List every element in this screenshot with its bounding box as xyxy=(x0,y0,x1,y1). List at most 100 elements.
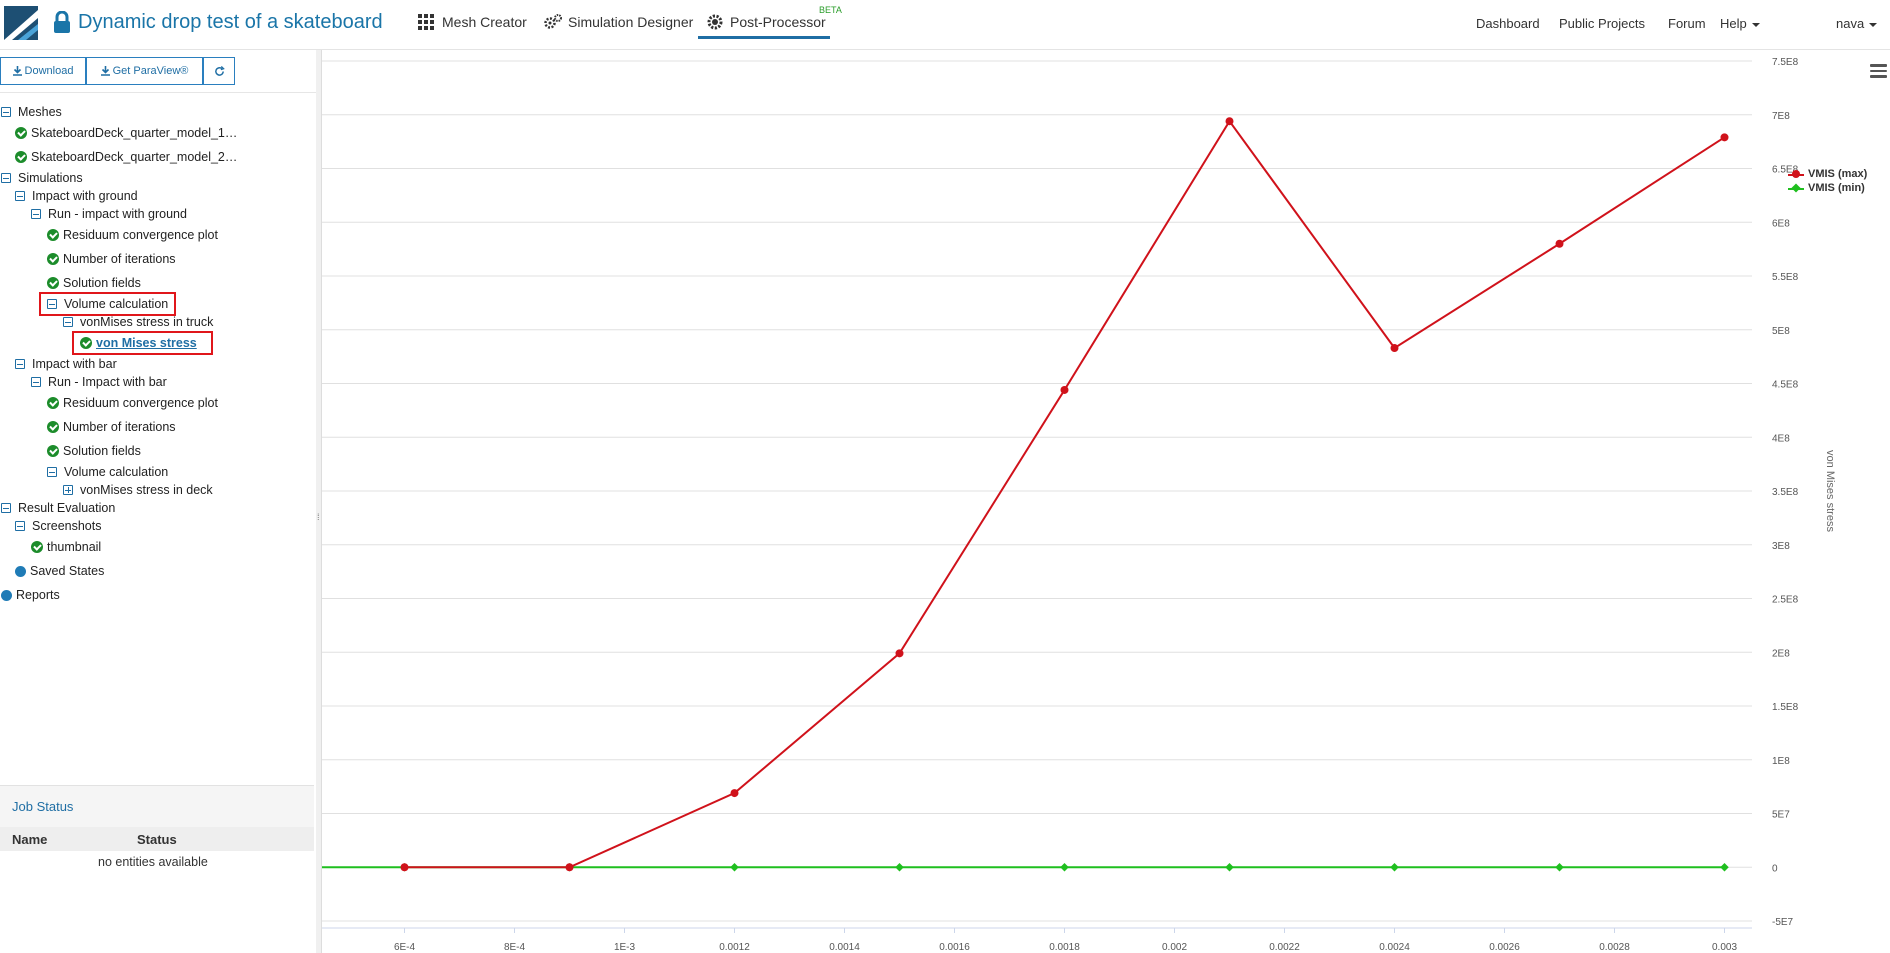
tree-node-volume-2[interactable]: Volume calculation xyxy=(47,463,168,481)
tree-node-iterations-2[interactable]: Number of iterations xyxy=(47,418,176,436)
y-tick-label: -5E7 xyxy=(1772,917,1794,928)
expand-icon[interactable] xyxy=(63,485,73,495)
data-point-vmis-max[interactable] xyxy=(1555,239,1564,248)
collapse-icon[interactable] xyxy=(1,173,11,183)
data-point-vmis-max[interactable] xyxy=(1720,133,1729,142)
splitter-grip-icon[interactable]: ⁞ xyxy=(317,512,320,522)
tree-node-mesh-1[interactable]: SkateboardDeck_quarter_model_1… xyxy=(15,124,237,142)
data-point-vmis-min[interactable] xyxy=(1060,863,1069,872)
collapse-icon[interactable] xyxy=(15,191,25,201)
tree-node-label: Simulations xyxy=(18,171,83,185)
nav-simulation-designer[interactable]: Simulation Designer xyxy=(544,14,693,30)
tree-node-vm-deck[interactable]: vonMises stress in deck xyxy=(63,481,213,499)
tree-node-label: Residuum convergence plot xyxy=(63,396,218,410)
y-tick-label: 5E7 xyxy=(1772,810,1790,821)
nav-dashboard[interactable]: Dashboard xyxy=(1476,16,1540,31)
check-circle-icon xyxy=(31,541,43,553)
data-point-vmis-min[interactable] xyxy=(1720,863,1729,872)
user-menu[interactable]: nava xyxy=(1836,16,1878,31)
x-tick-label: 0.0014 xyxy=(829,942,860,953)
nav-forum[interactable]: Forum xyxy=(1668,16,1706,31)
y-tick-label: 1E8 xyxy=(1772,756,1790,767)
collapse-icon[interactable] xyxy=(31,377,41,387)
tree-node-impact-bar[interactable]: Impact with bar xyxy=(15,355,117,373)
nav-help-dropdown[interactable]: Help xyxy=(1720,16,1760,31)
collapse-icon[interactable] xyxy=(1,503,11,513)
tree-node-volume-1[interactable]: Volume calculation xyxy=(47,295,168,313)
app-logo-icon[interactable] xyxy=(4,6,38,40)
project-title[interactable]: Dynamic drop test of a skateboard xyxy=(78,11,383,34)
data-point-vmis-max[interactable] xyxy=(400,863,409,872)
tree-node-impact-ground[interactable]: Impact with ground xyxy=(15,187,138,205)
chart-menu-icon[interactable] xyxy=(1870,64,1887,78)
check-circle-icon xyxy=(80,337,92,349)
collapse-icon[interactable] xyxy=(63,317,73,327)
tree-node-residuum-1[interactable]: Residuum convergence plot xyxy=(47,226,218,244)
data-point-vmis-max[interactable] xyxy=(1060,385,1069,394)
tree-node-residuum-2[interactable]: Residuum convergence plot xyxy=(47,394,218,412)
y-tick-label: 7E8 xyxy=(1772,111,1790,122)
data-point-vmis-max[interactable] xyxy=(730,789,739,798)
data-point-vmis-max[interactable] xyxy=(895,649,904,658)
check-circle-icon xyxy=(47,253,59,265)
tree-node-vm-stress[interactable]: von Mises stress xyxy=(80,334,197,352)
nav-post-processor[interactable]: Post-Processor xyxy=(706,14,826,30)
tree-node-thumbnail[interactable]: thumbnail xyxy=(31,538,101,556)
nav-mesh-creator-label: Mesh Creator xyxy=(442,14,527,30)
y-tick-label: 0 xyxy=(1772,863,1778,874)
x-tick-label: 0.0012 xyxy=(719,942,750,953)
nav-post-processor-label: Post-Processor xyxy=(730,14,826,30)
nav-public-projects[interactable]: Public Projects xyxy=(1559,16,1645,31)
beta-badge: BETA xyxy=(819,5,842,15)
job-status-title[interactable]: Job Status xyxy=(12,799,73,814)
tree-node-meshes[interactable]: Meshes xyxy=(1,103,62,121)
data-point-vmis-max[interactable] xyxy=(1390,344,1399,353)
tree-node-screenshots[interactable]: Screenshots xyxy=(15,517,101,535)
stress-chart[interactable]: -5E7 0 5E7 1E8 1.5E8 2E8 2.5E8 3E8 3.5E8 4E8 4.5E8… xyxy=(322,50,1890,953)
tree-node-run-impact-ground[interactable]: Run - impact with ground xyxy=(31,205,187,223)
tree-node-label: SkateboardDeck_quarter_model_1… xyxy=(31,126,238,140)
collapse-icon[interactable] xyxy=(1,107,11,117)
data-point-vmis-min[interactable] xyxy=(895,863,904,872)
tree-node-label: Solution fields xyxy=(63,444,141,458)
refresh-button[interactable] xyxy=(203,57,235,85)
legend-item-max[interactable]: VMIS (max) xyxy=(1788,168,1867,180)
get-paraview-button[interactable]: Get ParaView® xyxy=(86,57,203,85)
tree-node-fields-1[interactable]: Solution fields xyxy=(47,274,141,292)
collapse-icon[interactable] xyxy=(47,467,57,477)
gears-icon xyxy=(544,14,562,29)
series-line-vmis-max[interactable] xyxy=(404,119,1726,869)
data-point-vmis-max[interactable] xyxy=(1225,117,1234,126)
nav-mesh-creator[interactable]: Mesh Creator xyxy=(418,14,527,30)
data-point-vmis-min[interactable] xyxy=(730,863,739,872)
download-button[interactable]: Download xyxy=(0,57,86,85)
data-point-vmis-min[interactable] xyxy=(1555,863,1564,872)
job-col-name[interactable]: Name xyxy=(12,832,47,847)
tree-node-label: Residuum convergence plot xyxy=(63,228,218,242)
tree-node-mesh-2[interactable]: SkateboardDeck_quarter_model_2… xyxy=(15,148,237,166)
tree-node-simulations[interactable]: Simulations xyxy=(1,169,83,187)
data-point-vmis-min[interactable] xyxy=(1390,863,1399,872)
check-circle-icon xyxy=(15,127,27,139)
x-tick-label: 1E-3 xyxy=(614,942,636,953)
tree-node-label: SkateboardDeck_quarter_model_2… xyxy=(31,150,238,164)
data-point-vmis-min[interactable] xyxy=(1225,863,1234,872)
collapse-icon[interactable] xyxy=(15,521,25,531)
tree-node-label: Reports xyxy=(16,588,60,602)
collapse-icon[interactable] xyxy=(31,209,41,219)
job-col-status[interactable]: Status xyxy=(137,832,177,847)
tree-node-label-selected[interactable]: von Mises stress xyxy=(96,336,197,350)
tree-node-reports[interactable]: Reports xyxy=(1,586,60,604)
tree-node-fields-2[interactable]: Solution fields xyxy=(47,442,141,460)
collapse-icon[interactable] xyxy=(15,359,25,369)
y-tick-label: 3E8 xyxy=(1772,541,1790,552)
data-point-vmis-max[interactable] xyxy=(565,863,574,872)
collapse-icon[interactable] xyxy=(47,299,57,309)
tree-node-iterations-1[interactable]: Number of iterations xyxy=(47,250,176,268)
tree-node-saved-states[interactable]: Saved States xyxy=(15,562,104,580)
tree-node-result-evaluation[interactable]: Result Evaluation xyxy=(1,499,115,517)
x-tick-label: 0.0026 xyxy=(1489,942,1520,953)
tree-node-run-impact-bar[interactable]: Run - Impact with bar xyxy=(31,373,167,391)
tree-node-vm-truck[interactable]: vonMises stress in truck xyxy=(63,313,213,331)
legend-item-min[interactable]: VMIS (min) xyxy=(1788,182,1865,194)
